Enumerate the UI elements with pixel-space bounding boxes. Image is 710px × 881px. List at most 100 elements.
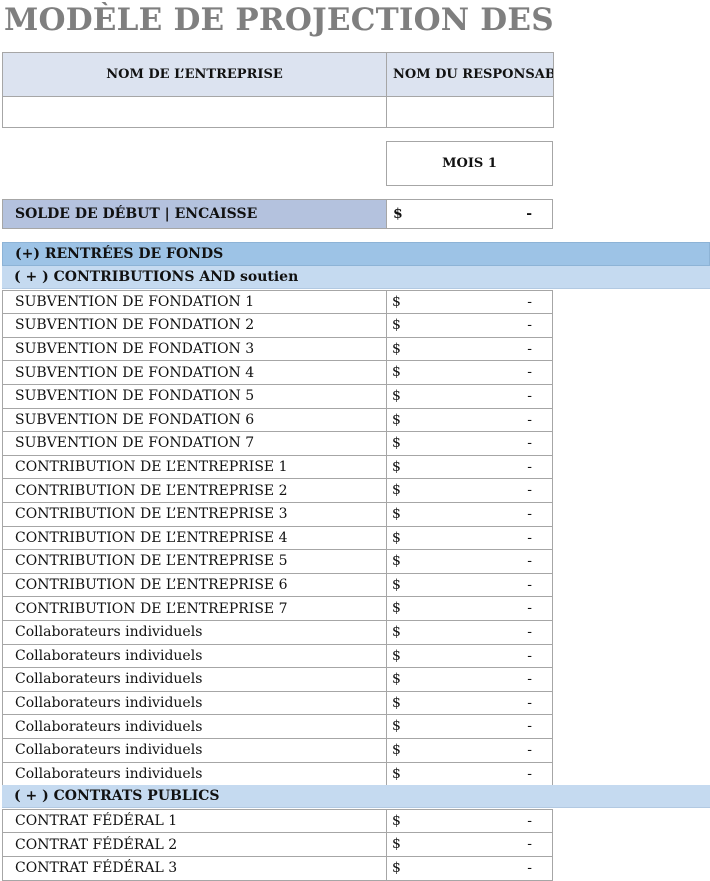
row-value-cell[interactable]: $ -: [386, 289, 553, 315]
row-value: -: [527, 388, 532, 404]
currency-symbol: $: [392, 576, 401, 593]
currency-symbol: $: [392, 435, 401, 452]
row-label: CONTRAT FÉDÉRAL 2: [2, 832, 387, 857]
currency-symbol: $: [392, 671, 401, 688]
row-value-cell[interactable]: $ -: [386, 856, 553, 881]
currency-symbol: $: [392, 718, 401, 735]
row-value-cell[interactable]: $ -: [386, 525, 553, 551]
currency-symbol: $: [392, 694, 401, 711]
row-label: CONTRAT FÉDÉRAL 3: [2, 856, 387, 881]
row-value: -: [527, 718, 532, 735]
row-value-cell[interactable]: $ -: [386, 549, 553, 574]
row-label: CONTRIBUTION DE L’ENTREPRISE 7: [2, 596, 387, 621]
currency-symbol: $: [392, 340, 401, 357]
row-value: -: [527, 860, 532, 876]
currency-symbol: $: [392, 411, 401, 428]
row-value-cell[interactable]: $ -: [386, 761, 553, 787]
row-value-cell[interactable]: $ -: [386, 431, 553, 456]
row-value-cell[interactable]: $ -: [386, 384, 553, 409]
section-header: ( + ) CONTRATS PUBLICS: [2, 785, 710, 809]
currency-symbol: $: [392, 600, 401, 617]
row-label: SUBVENTION DE FONDATION 4: [2, 360, 387, 385]
section-header: ( + ) CONTRIBUTIONS AND soutien: [2, 266, 710, 289]
row-label: Collaborateurs individuels: [2, 690, 387, 716]
row-label: SUBVENTION DE FONDATION 6: [2, 407, 387, 433]
row-value: -: [527, 600, 532, 617]
currency-symbol: $: [392, 812, 401, 829]
company-name-field[interactable]: [2, 96, 387, 128]
row-value-cell[interactable]: $ -: [386, 738, 553, 763]
row-label: Collaborateurs individuels: [2, 761, 387, 787]
currency-symbol: $: [392, 624, 401, 640]
company-name-header: NOM DE L’ENTREPRISE: [2, 52, 387, 97]
row-label: Collaborateurs individuels: [2, 714, 387, 739]
row-value-cell[interactable]: $ -: [386, 336, 553, 362]
currency-symbol: $: [392, 553, 401, 570]
currency-symbol: $: [392, 860, 401, 876]
row-value-cell[interactable]: $ -: [386, 667, 553, 692]
row-label: CONTRIBUTION DE L’ENTREPRISE 6: [2, 572, 387, 598]
row-value: -: [527, 671, 532, 688]
row-value-cell[interactable]: $ -: [386, 690, 553, 716]
row-label: Collaborateurs individuels: [2, 643, 387, 669]
row-value-cell[interactable]: $ -: [386, 360, 553, 385]
row-value-cell[interactable]: $ -: [386, 572, 553, 598]
currency-symbol: $: [392, 482, 401, 499]
row-label: CONTRIBUTION DE L’ENTREPRISE 3: [2, 502, 387, 527]
row-label: SUBVENTION DE FONDATION 7: [2, 431, 387, 456]
row-value-cell[interactable]: $ -: [386, 643, 553, 669]
row-value-cell[interactable]: $ -: [386, 478, 553, 503]
row-value: -: [527, 553, 532, 570]
currency-symbol: $: [392, 293, 401, 310]
row-value-cell[interactable]: $ -: [386, 714, 553, 739]
row-value-cell[interactable]: $ -: [386, 407, 553, 433]
sheet-title: MODÈLE DE PROJECTION DES FLUX D: [4, 2, 564, 38]
manager-name-header: NOM DU RESPONSABLE: [386, 52, 554, 97]
manager-name-field[interactable]: [386, 96, 554, 128]
row-value: -: [527, 812, 532, 829]
row-value: -: [527, 506, 532, 522]
currency-symbol: $: [393, 206, 403, 222]
row-label: SUBVENTION DE FONDATION 2: [2, 313, 387, 338]
row-value-cell[interactable]: $ -: [386, 313, 553, 338]
row-label: SUBVENTION DE FONDATION 1: [2, 289, 387, 315]
cash-in-header: (+) RENTRÉES DE FONDS: [2, 242, 710, 266]
row-value-cell[interactable]: $ -: [386, 808, 553, 834]
row-value: -: [527, 529, 532, 546]
row-label: CONTRIBUTION DE L’ENTREPRISE 2: [2, 478, 387, 503]
row-value: -: [527, 435, 532, 452]
currency-symbol: $: [392, 765, 401, 782]
row-label: Collaborateurs individuels: [2, 738, 387, 763]
opening-balance-label: SOLDE DE DÉBUT | ENCAISSE: [2, 199, 387, 229]
row-value: -: [527, 742, 532, 758]
row-value-cell[interactable]: $ -: [386, 832, 553, 857]
row-value: -: [527, 458, 532, 475]
row-label: CONTRIBUTION DE L’ENTREPRISE 1: [2, 454, 387, 480]
row-label: CONTRIBUTION DE L’ENTREPRISE 4: [2, 525, 387, 551]
currency-symbol: $: [392, 364, 401, 381]
opening-balance-cell[interactable]: $ -: [386, 199, 553, 229]
row-value: -: [527, 364, 532, 381]
row-value: -: [527, 340, 532, 357]
row-value: -: [527, 317, 532, 334]
row-value-cell[interactable]: $ -: [386, 502, 553, 527]
row-value: -: [527, 624, 532, 640]
row-value: -: [527, 694, 532, 711]
row-label: SUBVENTION DE FONDATION 3: [2, 336, 387, 362]
currency-symbol: $: [392, 388, 401, 404]
row-value-cell[interactable]: $ -: [386, 454, 553, 480]
row-value-cell[interactable]: $ -: [386, 596, 553, 621]
currency-symbol: $: [392, 742, 401, 758]
row-value: -: [527, 765, 532, 782]
row-label: SUBVENTION DE FONDATION 5: [2, 384, 387, 409]
currency-symbol: $: [392, 836, 401, 853]
row-label: Collaborateurs individuels: [2, 620, 387, 645]
row-value: -: [527, 576, 532, 593]
row-label: Collaborateurs individuels: [2, 667, 387, 692]
currency-symbol: $: [392, 317, 401, 334]
row-label: CONTRIBUTION DE L’ENTREPRISE 5: [2, 549, 387, 574]
opening-balance-value: -: [526, 206, 532, 222]
row-value: -: [527, 293, 532, 310]
row-value-cell[interactable]: $ -: [386, 620, 553, 645]
currency-symbol: $: [392, 506, 401, 522]
